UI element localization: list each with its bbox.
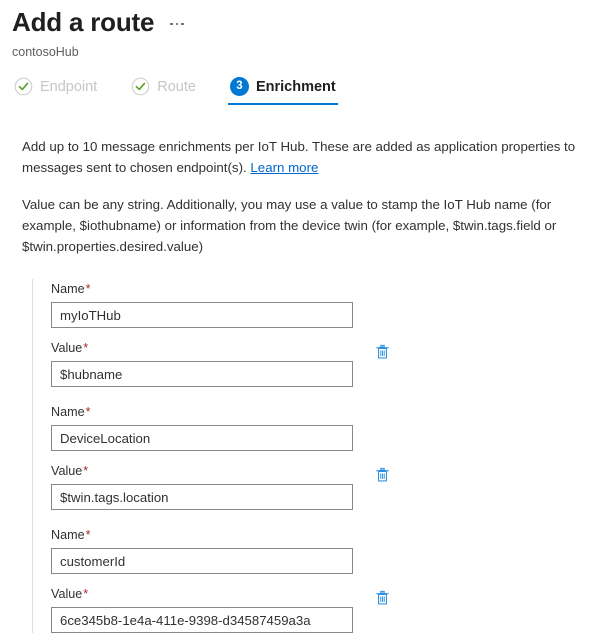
- check-circle-icon: [131, 77, 150, 96]
- enrichments-form: Name* Value*: [32, 279, 596, 633]
- value-field-group: Value*: [51, 463, 596, 511]
- learn-more-link[interactable]: Learn more: [250, 160, 318, 175]
- value-field-label: Value*: [51, 340, 353, 357]
- enrichment-name-input[interactable]: [51, 548, 353, 575]
- ellipsis-horizontal-icon[interactable]: [168, 17, 186, 32]
- page-title: Add a route: [12, 7, 155, 37]
- required-asterisk: *: [83, 587, 89, 602]
- page-header: Add a route contosoHub: [0, 0, 610, 60]
- enrichment-value-input[interactable]: [51, 361, 353, 388]
- step-number-badge: 3: [229, 77, 249, 97]
- check-circle-icon: [14, 77, 33, 96]
- enrichment-row: Name* Value*: [51, 281, 596, 388]
- required-asterisk: *: [83, 341, 89, 356]
- name-field-group: Name*: [51, 281, 596, 329]
- enrichment-value-input[interactable]: [51, 484, 353, 511]
- ellipsis-dot: [181, 22, 184, 25]
- enrichment-value-input[interactable]: [51, 607, 353, 633]
- ellipsis-dot: [170, 22, 173, 25]
- enrichment-row: Name* Value*: [51, 527, 596, 633]
- name-field-group: Name*: [51, 527, 596, 575]
- wizard-tabs: Endpoint Route 3 Enrichment: [0, 74, 610, 106]
- required-asterisk: *: [85, 282, 91, 297]
- ellipsis-dot: [175, 22, 179, 25]
- required-asterisk: *: [85, 405, 91, 420]
- tab-endpoint[interactable]: Endpoint: [12, 74, 99, 105]
- tab-enrichment[interactable]: 3 Enrichment: [227, 74, 338, 106]
- name-field-group: Name*: [51, 404, 596, 452]
- value-label-text: Value: [51, 341, 83, 356]
- value-field-group: Value*: [51, 340, 596, 388]
- delete-enrichment-button[interactable]: [371, 342, 393, 366]
- required-asterisk: *: [83, 464, 89, 479]
- trash-icon: [374, 467, 391, 487]
- value-field-label: Value*: [51, 463, 353, 480]
- delete-enrichment-button[interactable]: [371, 465, 393, 489]
- value-label-text: Value: [51, 464, 83, 479]
- enrichment-name-input[interactable]: [51, 302, 353, 329]
- page-subtitle: contosoHub: [12, 44, 79, 59]
- name-label-text: Name: [51, 405, 85, 420]
- tab-endpoint-label: Endpoint: [40, 78, 98, 95]
- tab-route[interactable]: Route: [129, 74, 198, 105]
- name-field-label: Name*: [51, 527, 353, 544]
- title-row: Add a route: [12, 7, 610, 38]
- name-label-text: Name: [51, 282, 85, 297]
- name-label-text: Name: [51, 528, 85, 543]
- content-area: Add up to 10 message enrichments per IoT…: [0, 136, 610, 633]
- required-asterisk: *: [85, 528, 91, 543]
- trash-icon: [374, 344, 391, 364]
- description-paragraph-1: Add up to 10 message enrichments per IoT…: [22, 136, 587, 178]
- value-label-text: Value: [51, 587, 83, 602]
- name-field-label: Name*: [51, 404, 353, 421]
- delete-enrichment-button[interactable]: [371, 588, 393, 612]
- trash-icon: [374, 590, 391, 610]
- value-field-group: Value*: [51, 586, 596, 633]
- tab-enrichment-label: Enrichment: [255, 78, 336, 95]
- enrichment-row: Name* Value*: [51, 404, 596, 511]
- tab-route-label: Route: [157, 78, 196, 95]
- description-paragraph-2: Value can be any string. Additionally, y…: [22, 197, 557, 255]
- enrichment-name-input[interactable]: [51, 425, 353, 452]
- name-field-label: Name*: [51, 281, 353, 298]
